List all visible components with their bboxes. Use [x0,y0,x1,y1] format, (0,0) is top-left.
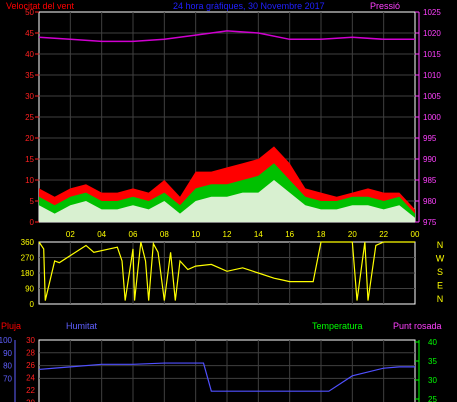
wind-speed-label: Velocitat del vent [6,1,75,11]
humidity-tick-label: 70 [3,374,12,383]
direction-letter-label: E [437,281,443,291]
rain-label: Pluja [1,321,21,331]
rain-tick-label: 30 [26,336,35,345]
pressure-tick-label: 975 [423,218,437,227]
direction-left-axis: 0 90 180 270 360 [21,238,35,309]
direction-letters: NWSEN [436,240,445,304]
humidity-tick-label: 80 [3,362,12,371]
pressure-tick-label: 1000 [423,113,441,122]
direction-tick-label: 180 [21,269,35,278]
time-tick-label: 16 [285,230,294,239]
wind-tick-label: 50 [25,8,34,17]
humidity-tick-label: 90 [3,349,12,358]
wind-tick-label: 5 [30,197,35,206]
dewpoint-label: Punt rosada [393,321,442,331]
temperature-tick-label: 25 [428,395,437,402]
time-tick-label: 08 [160,230,169,239]
time-tick-label: 12 [223,230,232,239]
time-tick-label: 10 [191,230,200,239]
pressure-tick-label: 1005 [423,92,441,101]
wind-tick-label: 30 [25,92,34,101]
wind-tick-label: 0 [30,218,35,227]
pressure-tick-label: 1010 [423,71,441,80]
direction-tick-label: 270 [21,254,35,263]
time-tick-label: 14 [254,230,263,239]
direction-letter-label: N [437,240,444,250]
pressure-tick-label: 995 [423,134,437,143]
temperature-tick-label: 35 [428,357,437,366]
time-tick-label: 02 [66,230,75,239]
wind-tick-label: 20 [25,134,34,143]
humidity-grid [39,340,415,402]
wind-tick-label: 15 [25,155,34,164]
wind-tick-label: 40 [25,50,34,59]
wind-tick-label: 35 [25,71,34,80]
rain-tick-label: 20 [26,399,35,402]
direction-tick-label: 90 [25,285,34,294]
temperature-tick-label: 40 [428,338,437,347]
rain-tick-label: 26 [26,361,35,370]
wind-tick-label: 10 [25,176,34,185]
direction-letter-label: N [437,294,444,304]
direction-tick-label: 360 [21,238,35,247]
time-axis: 02 04 06 08 10 12 14 16 18 20 22 00 [66,230,420,239]
direction-letter-label: S [437,267,443,277]
pressure-tick-label: 980 [423,197,437,206]
time-tick-label: 00 [411,230,420,239]
rain-tick-label: 22 [26,386,35,395]
rain-tick-label: 24 [26,374,35,383]
time-tick-label: 06 [129,230,138,239]
pressure-tick-label: 990 [423,155,437,164]
pressure-right-axis: 975 980 985 990 995 1000 1005 1010 1015 1020 1025 [415,8,441,227]
pressure-label: Pressió [370,1,400,11]
pressure-tick-label: 1025 [423,8,441,17]
temperature-label: Temperatura [312,321,363,331]
wind-left-axis: 0 5 10 15 20 25 30 35 40 45 50 [25,8,39,227]
time-tick-label: 04 [97,230,106,239]
humidity-tick-label: 100 [0,336,13,345]
humidity-label: Humitat [66,321,98,331]
time-tick-label: 20 [348,230,357,239]
humidity-axes: 100 90 80 70 30 28 26 24 22 20 40 35 30 25 [0,336,437,402]
weather-chart: Velocitat del vent 24 hora gràfiques, 30… [0,1,445,402]
pressure-tick-label: 1015 [423,50,441,59]
chart-title: 24 hora gràfiques, 30 Novembre 2017 [173,1,325,11]
direction-letter-label: W [436,254,445,264]
pressure-tick-label: 1020 [423,29,441,38]
pressure-tick-label: 985 [423,176,437,185]
time-tick-label: 18 [317,230,326,239]
time-tick-label: 22 [379,230,388,239]
wind-tick-label: 25 [25,113,34,122]
direction-grid [39,242,415,304]
temperature-tick-label: 30 [428,376,437,385]
wind-tick-label: 45 [25,29,34,38]
direction-tick-label: 0 [30,300,35,309]
rain-tick-label: 28 [26,349,35,358]
